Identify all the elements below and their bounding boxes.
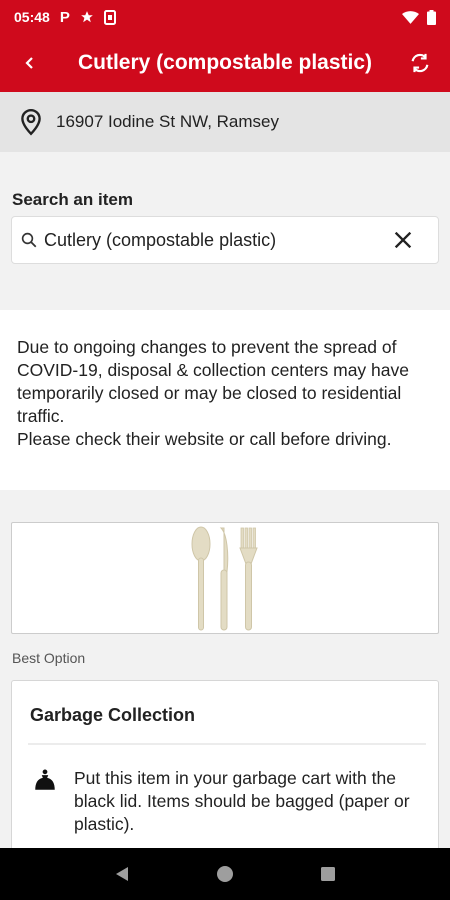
cutlery-icon (191, 526, 258, 631)
item-image-card (11, 522, 439, 634)
option-instruction: Put this item in your garbage cart with … (74, 768, 410, 834)
sim-card-icon (103, 9, 116, 25)
home-nav-icon (216, 866, 233, 882)
clear-search-button[interactable] (392, 229, 414, 256)
status-time: 05:48 (14, 9, 50, 25)
option-title: Garbage Collection (30, 705, 196, 725)
divider (28, 743, 426, 745)
star-icon (80, 11, 93, 23)
close-icon (394, 231, 412, 249)
search-box[interactable] (11, 216, 439, 264)
back-nav-icon (115, 867, 128, 881)
notice-text-2: Please check their website or call befor… (17, 429, 392, 449)
parking-icon: P (59, 8, 70, 26)
battery-icon (427, 9, 436, 25)
search-section: Search an item (0, 152, 450, 310)
best-option-label: Best Option (12, 650, 86, 666)
location-pin-icon (21, 108, 41, 136)
refresh-button[interactable] (390, 34, 450, 92)
address-text: 16907 Iodine St NW, Ramsey (56, 112, 280, 131)
notice-text: Due to ongoing changes to prevent the sp… (17, 337, 409, 426)
recents-nav-icon (321, 867, 336, 881)
system-nav-bar (0, 848, 450, 900)
status-bar: 05:48 P (0, 0, 450, 34)
nav-back-button[interactable] (102, 854, 142, 894)
refresh-icon (411, 53, 429, 73)
chevron-left-icon (25, 57, 33, 69)
nav-home-button[interactable] (205, 854, 245, 894)
covid-notice: Due to ongoing changes to prevent the sp… (0, 310, 450, 490)
back-button[interactable] (0, 34, 60, 92)
search-label: Search an item (12, 190, 133, 209)
disposal-option-card[interactable]: Garbage Collection Put this item in your… (11, 680, 439, 860)
wifi-icon (402, 10, 419, 24)
garbage-bag-icon (35, 769, 55, 790)
search-icon (21, 232, 37, 248)
app-bar: Cutlery (compostable plastic) (0, 34, 450, 92)
location-bar[interactable]: 16907 Iodine St NW, Ramsey (0, 92, 450, 152)
nav-recents-button[interactable] (308, 854, 348, 894)
search-input[interactable] (44, 229, 374, 251)
page-title: Cutlery (compostable plastic) (77, 51, 373, 74)
